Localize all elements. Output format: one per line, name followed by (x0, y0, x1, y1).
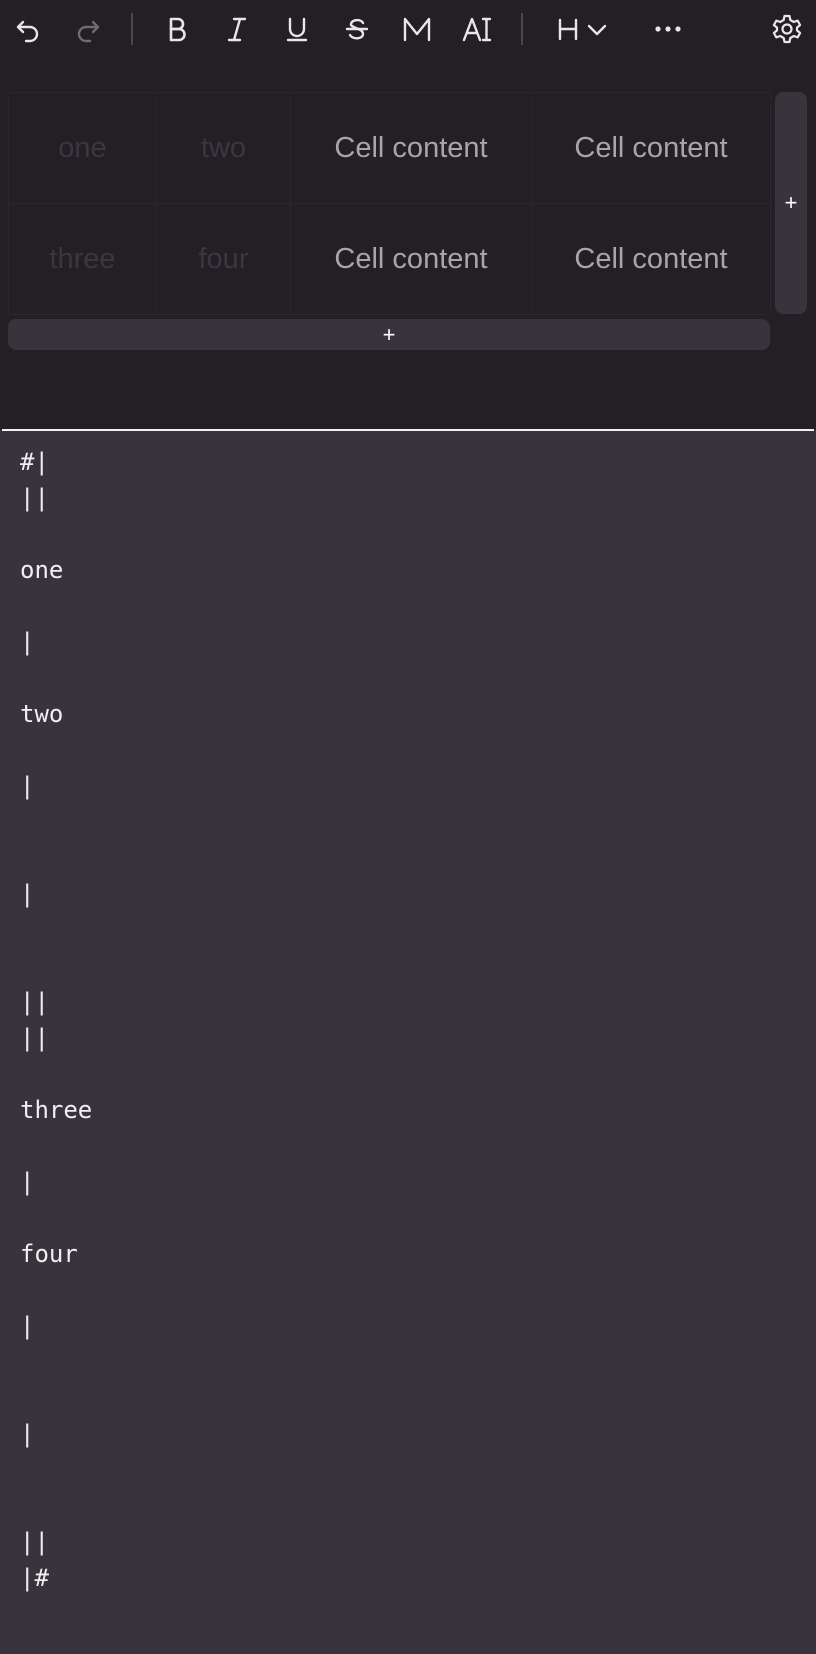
source-line: | (20, 772, 35, 800)
redo-button[interactable] (68, 9, 108, 49)
italic-icon (227, 17, 247, 42)
monospace-button[interactable] (397, 9, 437, 49)
source-line: || (20, 988, 49, 1016)
source-line: || (20, 1024, 49, 1052)
table-block: one two Cell content Cell content three four C… (8, 92, 771, 315)
source-line: | (20, 1168, 35, 1196)
settings-button[interactable] (767, 9, 807, 49)
source-line: two (20, 700, 64, 728)
table-cell[interactable]: two (156, 92, 291, 204)
table-cell[interactable]: four (156, 203, 291, 315)
underline-button[interactable] (277, 9, 317, 49)
more-button[interactable] (648, 9, 688, 49)
undo-button[interactable] (8, 9, 48, 49)
table-row: three four Cell content Cell content (8, 203, 771, 315)
bold-icon (169, 17, 186, 42)
source-line: |# (20, 1564, 49, 1592)
heading-dropdown[interactable] (550, 9, 614, 49)
undo-icon (16, 20, 39, 43)
strikethrough-button[interactable] (337, 9, 377, 49)
underline-icon (286, 17, 308, 42)
strikethrough-icon (345, 18, 369, 40)
source-line: three (20, 1096, 93, 1124)
markup-source-editor[interactable]: #| || one | two | | || || three | four | | || |# (0, 444, 816, 1654)
redo-icon (77, 20, 100, 43)
source-line: | (20, 880, 35, 908)
italic-button[interactable] (217, 9, 257, 49)
settings-icon (772, 14, 802, 44)
wysiwyg-editor-pane: one two Cell content Cell content three four C… (0, 0, 816, 430)
bold-button[interactable] (157, 9, 197, 49)
text-style-button[interactable] (457, 9, 497, 49)
table-cell[interactable]: Cell content (531, 203, 771, 315)
monospace-icon (403, 17, 431, 42)
table-row: one two Cell content Cell content (8, 92, 771, 204)
pane-divider[interactable] (2, 429, 814, 431)
heading-icon (558, 18, 578, 41)
table-cell[interactable]: three (8, 203, 157, 315)
toolbar-divider (521, 13, 523, 45)
more-icon (655, 26, 681, 32)
chevron-down-icon (587, 24, 607, 36)
source-line: || (20, 484, 49, 512)
table-cell[interactable]: Cell content (290, 203, 532, 315)
source-line: four (20, 1240, 78, 1268)
add-column-button[interactable]: + (775, 92, 807, 314)
source-line: one (20, 556, 64, 584)
source-line: #| (20, 448, 49, 476)
source-line: || (20, 1528, 49, 1556)
wysiwyg-table: one two Cell content Cell content three four C… (8, 92, 771, 315)
table-cell[interactable]: Cell content (290, 92, 532, 204)
source-line: | (20, 628, 35, 656)
table-cell[interactable]: one (8, 92, 157, 204)
add-row-button[interactable]: + (8, 319, 770, 350)
toolbar-divider (131, 13, 133, 45)
source-line: | (20, 1420, 35, 1448)
text-style-icon (462, 17, 492, 42)
editor-toolbar (0, 0, 816, 58)
table-cell[interactable]: Cell content (531, 92, 771, 204)
source-line: | (20, 1312, 35, 1340)
